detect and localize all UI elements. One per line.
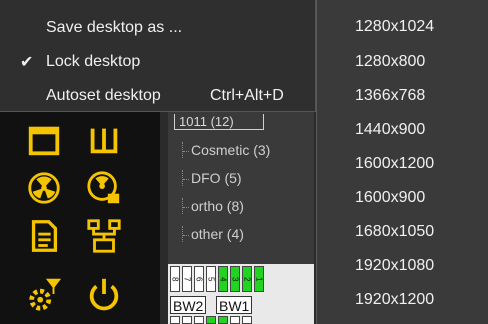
tooth-cell-4[interactable]: 4: [218, 266, 228, 292]
menu-item-lock-desktop[interactable]: ✔ Lock desktop: [0, 48, 316, 76]
radiation-icon[interactable]: [22, 166, 66, 210]
calendar-icon[interactable]: [22, 118, 66, 162]
tooth-cell-5[interactable]: 5: [206, 266, 216, 292]
resolution-option-1600x1200[interactable]: 1600x1200: [355, 155, 434, 173]
tooth-cell-2[interactable]: 2: [242, 266, 252, 292]
resolution-option-1366x768[interactable]: 1366x768: [355, 87, 425, 105]
resolution-option-1280x1024[interactable]: 1280x1024: [355, 18, 434, 36]
settings-funnel-icon[interactable]: [22, 272, 66, 316]
tooth-cell-1[interactable]: 1: [254, 266, 264, 292]
mini-cell: [218, 316, 228, 324]
resolution-option-1680x1050[interactable]: 1680x1050: [355, 223, 434, 241]
tree-item-other[interactable]: other (4): [182, 226, 244, 242]
menu-item-label: Lock desktop: [46, 53, 141, 70]
resolution-option-1280x800[interactable]: 1280x800: [355, 53, 425, 71]
tooth-cell-6[interactable]: 6: [194, 266, 204, 292]
resolution-option-1600x900[interactable]: 1600x900: [355, 189, 425, 207]
menu-item-save-desktop-as[interactable]: Save desktop as ...: [0, 14, 316, 42]
tooth-grid-icon[interactable]: [82, 118, 126, 162]
power-icon[interactable]: [82, 272, 126, 316]
document-icon[interactable]: [22, 214, 66, 258]
tooth-cell-8[interactable]: 8: [170, 266, 180, 292]
mini-cell: [182, 316, 192, 324]
mini-cell: [170, 316, 180, 324]
radiation-settings-icon[interactable]: [82, 166, 126, 210]
menu-item-autoset-desktop[interactable]: Autoset desktop Ctrl+Alt+D: [0, 82, 316, 110]
tree-item-partial[interactable]: 1011 (12): [174, 114, 264, 130]
bw1-box[interactable]: BW1: [216, 296, 253, 314]
tree-item-cosmetic[interactable]: Cosmetic (3): [182, 142, 270, 158]
tree-panel: 1011 (12) Cosmetic (3) DFO (5) ortho (8)…: [168, 112, 314, 264]
network-icon[interactable]: [82, 214, 126, 258]
tooth-cell-3[interactable]: 3: [230, 266, 240, 292]
resolution-option-1920x1080[interactable]: 1920x1080: [355, 257, 434, 275]
tooth-chart-strip: 8 7 6 5 4 3 2 1 BW2 BW1: [168, 264, 314, 324]
toolbar: [0, 112, 160, 324]
menu-item-label: Autoset desktop: [46, 87, 161, 104]
desktop-context-menu: Save desktop as ... ✔ Lock desktop Autos…: [0, 0, 316, 112]
tree-item-ortho[interactable]: ortho (8): [182, 198, 244, 214]
mini-cell: [242, 316, 252, 324]
resolution-option-1920x1200[interactable]: 1920x1200: [355, 291, 434, 309]
screen: 1011 (12) Cosmetic (3) DFO (5) ortho (8)…: [0, 0, 488, 324]
menu-item-label: Save desktop as ...: [46, 19, 183, 36]
resolution-option-1440x900[interactable]: 1440x900: [355, 121, 425, 139]
checkmark-icon: ✔: [20, 54, 34, 71]
tooth-row-lower: [168, 316, 314, 324]
tooth-cell-7[interactable]: 7: [182, 266, 192, 292]
tree-item-dfo[interactable]: DFO (5): [182, 170, 242, 186]
bw2-box[interactable]: BW2: [170, 296, 207, 314]
menu-item-shortcut: Ctrl+Alt+D: [210, 87, 284, 104]
mini-cell: [206, 316, 216, 324]
mini-cell: [194, 316, 204, 324]
resolution-submenu: 1280x1024 1280x800 1366x768 1440x900 160…: [316, 0, 488, 324]
mini-cell: [230, 316, 240, 324]
